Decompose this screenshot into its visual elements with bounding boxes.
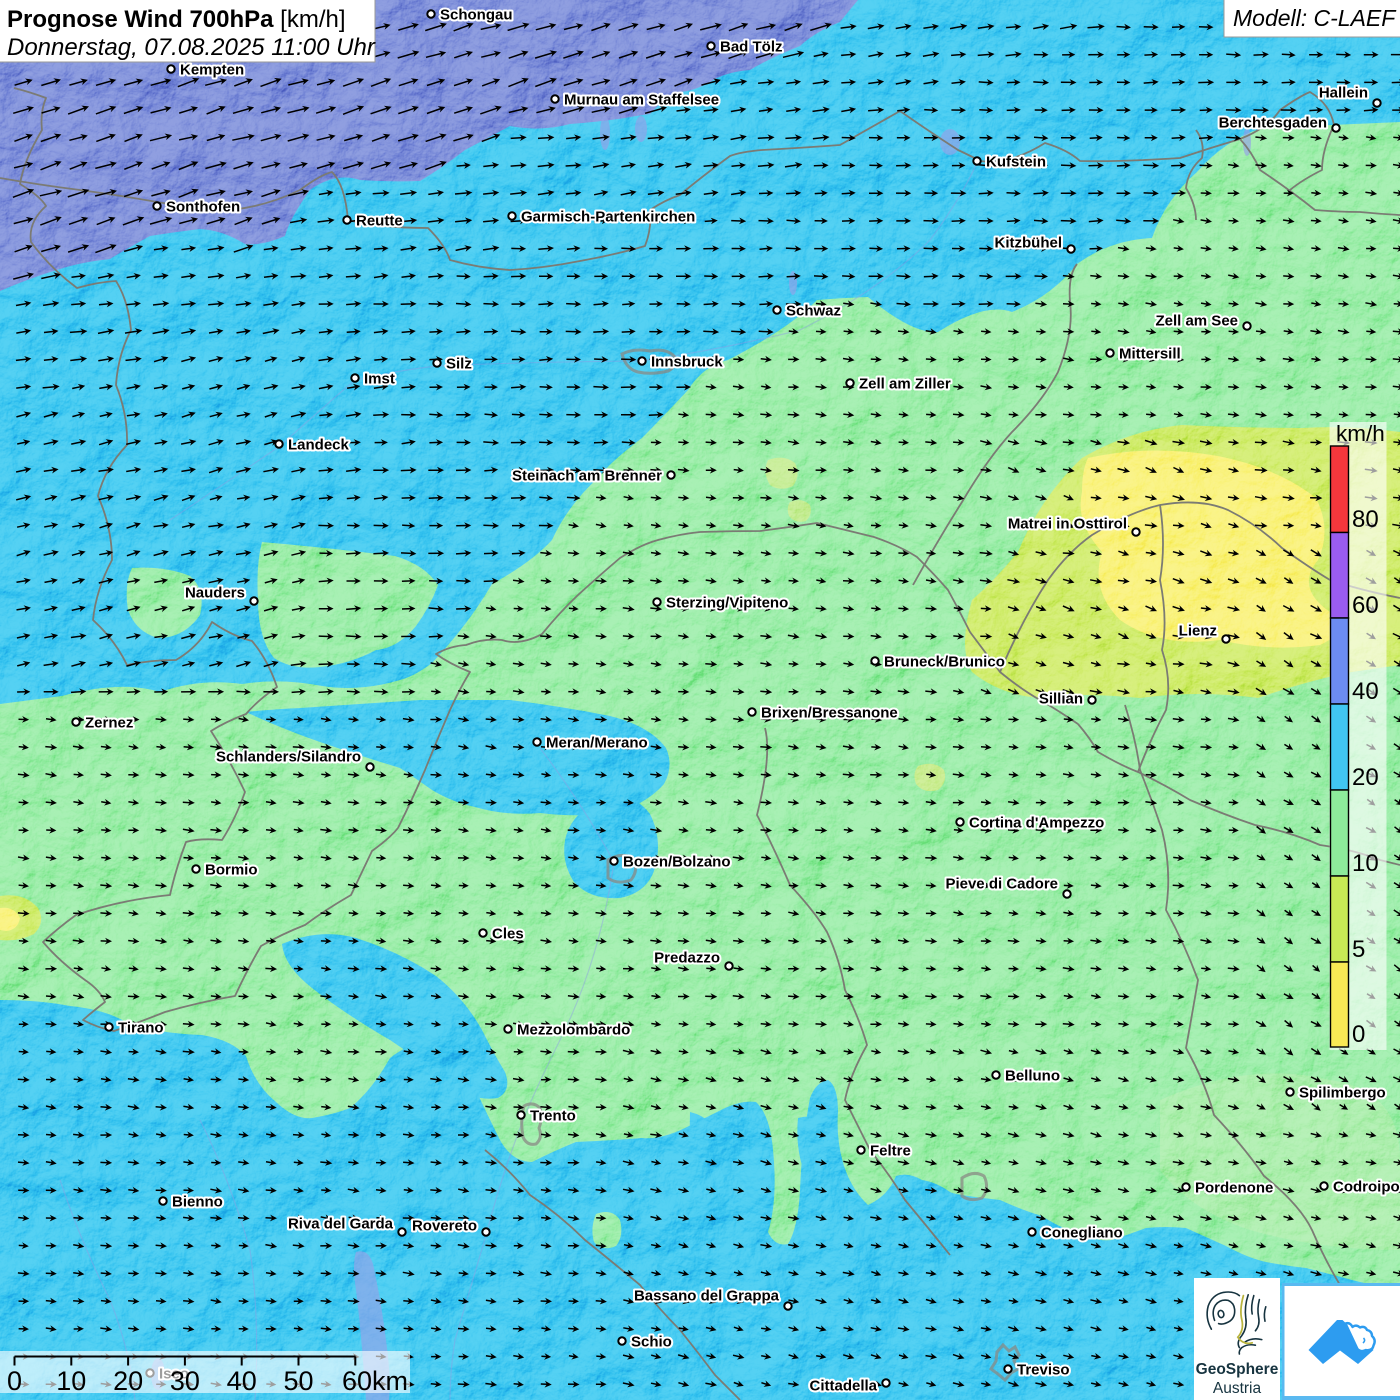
svg-text:0: 0 bbox=[1352, 1021, 1365, 1048]
svg-text:Garmisch-Partenkirchen: Garmisch-Partenkirchen bbox=[521, 209, 695, 226]
svg-text:Bruneck/Brunico: Bruneck/Brunico bbox=[884, 654, 1005, 671]
svg-text:km/h: km/h bbox=[1336, 421, 1385, 446]
svg-text:Codroipo: Codroipo bbox=[1333, 1179, 1400, 1196]
svg-text:Kempten: Kempten bbox=[180, 62, 244, 79]
svg-text:Lienz: Lienz bbox=[1179, 623, 1217, 640]
svg-text:10: 10 bbox=[1352, 850, 1379, 877]
svg-text:Bassano del Grappa: Bassano del Grappa bbox=[634, 1288, 780, 1305]
svg-text:Modell: C-LAEF: Modell: C-LAEF bbox=[1233, 5, 1397, 31]
svg-text:Meran/Merano: Meran/Merano bbox=[546, 735, 648, 752]
svg-text:Matrei in Osttirol: Matrei in Osttirol bbox=[1008, 516, 1127, 533]
svg-text:50: 50 bbox=[283, 1366, 313, 1396]
svg-text:Bad Tölz: Bad Tölz bbox=[720, 39, 783, 56]
svg-text:Sterzing/Vipiteno: Sterzing/Vipiteno bbox=[666, 595, 788, 612]
svg-text:Spilimbergo: Spilimbergo bbox=[1299, 1085, 1386, 1102]
svg-text:Schlanders/Silandro: Schlanders/Silandro bbox=[216, 749, 361, 766]
svg-text:Trento: Trento bbox=[530, 1108, 576, 1125]
svg-text:0: 0 bbox=[7, 1366, 22, 1396]
svg-text:GeoSphere: GeoSphere bbox=[1196, 1361, 1279, 1378]
svg-text:Belluno: Belluno bbox=[1005, 1068, 1060, 1085]
svg-text:30: 30 bbox=[170, 1366, 200, 1396]
svg-text:40: 40 bbox=[1352, 678, 1379, 705]
svg-text:Zell am Ziller: Zell am Ziller bbox=[859, 376, 951, 393]
svg-text:Predazzo: Predazzo bbox=[654, 950, 720, 967]
svg-text:Cles: Cles bbox=[492, 926, 524, 943]
svg-text:20: 20 bbox=[113, 1366, 143, 1396]
svg-text:Sonthofen: Sonthofen bbox=[166, 199, 240, 216]
svg-text:Riva del Garda: Riva del Garda bbox=[288, 1216, 394, 1233]
svg-text:Cortina d'Ampezzo: Cortina d'Ampezzo bbox=[969, 815, 1104, 832]
svg-text:Tirano: Tirano bbox=[118, 1020, 164, 1037]
svg-text:Donnerstag, 07.08.2025 11:00 U: Donnerstag, 07.08.2025 11:00 Uhr bbox=[7, 34, 376, 61]
svg-text:Mezzolombardo: Mezzolombardo bbox=[517, 1022, 630, 1039]
svg-text:Pieve di Cadore: Pieve di Cadore bbox=[945, 876, 1058, 893]
svg-text:10: 10 bbox=[56, 1366, 86, 1396]
svg-text:Imst: Imst bbox=[364, 371, 395, 388]
svg-text:Innsbruck: Innsbruck bbox=[651, 354, 723, 371]
svg-text:5: 5 bbox=[1352, 936, 1365, 963]
svg-text:Zernez: Zernez bbox=[85, 715, 133, 732]
svg-text:Cittadella: Cittadella bbox=[809, 1378, 877, 1395]
svg-text:Schwaz: Schwaz bbox=[786, 303, 841, 320]
svg-text:Brixen/Bressanone: Brixen/Bressanone bbox=[761, 705, 898, 722]
svg-text:Silz: Silz bbox=[446, 356, 472, 373]
svg-text:Prognose Wind 700hPa [km/h]: Prognose Wind 700hPa [km/h] bbox=[7, 6, 346, 33]
svg-text:60: 60 bbox=[1352, 592, 1379, 619]
svg-text:Austria: Austria bbox=[1213, 1380, 1262, 1397]
svg-text:Pordenone: Pordenone bbox=[1195, 1180, 1273, 1197]
svg-text:Bormio: Bormio bbox=[205, 862, 258, 879]
svg-text:Bienno: Bienno bbox=[172, 1194, 223, 1211]
svg-text:60km: 60km bbox=[342, 1366, 408, 1396]
svg-text:Zell am See: Zell am See bbox=[1155, 313, 1238, 330]
svg-text:Murnau am Staffelsee: Murnau am Staffelsee bbox=[564, 92, 719, 109]
svg-text:Mittersill: Mittersill bbox=[1119, 346, 1181, 363]
svg-text:Reutte: Reutte bbox=[356, 213, 403, 230]
svg-text:40: 40 bbox=[227, 1366, 257, 1396]
svg-text:Landeck: Landeck bbox=[288, 437, 350, 454]
svg-text:80: 80 bbox=[1352, 506, 1379, 533]
svg-text:Berchtesgaden: Berchtesgaden bbox=[1219, 115, 1327, 132]
svg-text:Rovereto: Rovereto bbox=[412, 1218, 477, 1235]
svg-text:20: 20 bbox=[1352, 764, 1379, 791]
svg-text:Steinach am Brenner: Steinach am Brenner bbox=[512, 468, 662, 485]
svg-text:Hallein: Hallein bbox=[1319, 85, 1368, 102]
svg-text:Treviso: Treviso bbox=[1017, 1362, 1070, 1379]
svg-text:Nauders: Nauders bbox=[185, 585, 245, 602]
svg-text:Schio: Schio bbox=[631, 1334, 672, 1351]
svg-text:Schongau: Schongau bbox=[440, 7, 513, 24]
svg-text:Conegliano: Conegliano bbox=[1041, 1225, 1123, 1242]
svg-text:Sillian: Sillian bbox=[1039, 691, 1083, 708]
svg-text:Kitzbühel: Kitzbühel bbox=[995, 235, 1063, 252]
svg-text:Bozen/Bolzano: Bozen/Bolzano bbox=[623, 854, 731, 871]
svg-text:Kufstein: Kufstein bbox=[986, 154, 1046, 171]
svg-text:Feltre: Feltre bbox=[870, 1143, 911, 1160]
